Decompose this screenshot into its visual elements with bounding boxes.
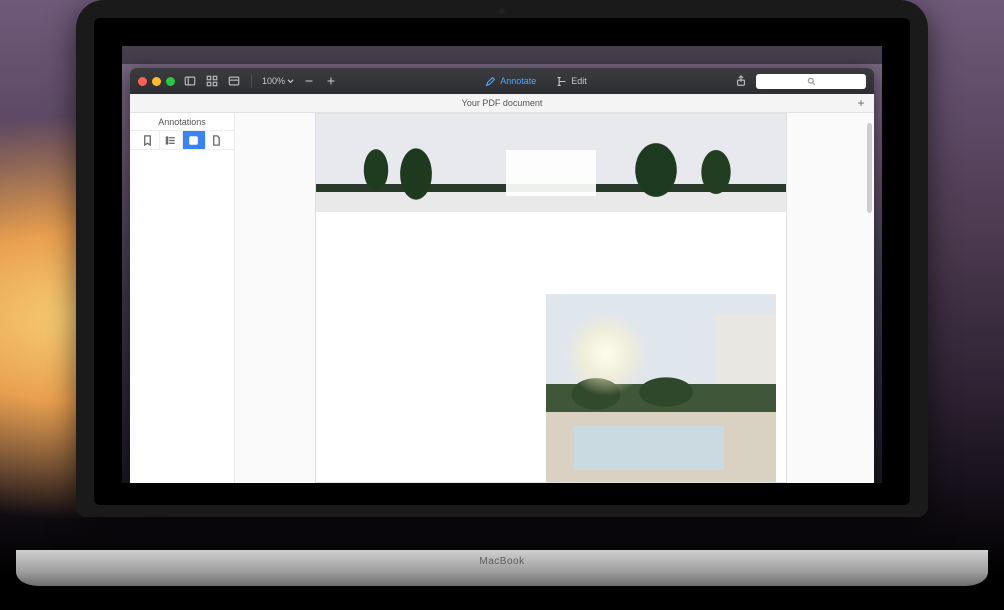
sidebar-tab-bookmarks[interactable] xyxy=(137,131,160,149)
zoom-out-button[interactable] xyxy=(302,74,316,88)
window-toolbar: 100% Annotate xyxy=(130,68,874,94)
vertical-scrollbar-thumb[interactable] xyxy=(867,123,872,213)
zoom-control[interactable]: 100% xyxy=(262,76,294,86)
view-layout-button[interactable] xyxy=(227,74,241,88)
sidebar-tab-annotations[interactable] xyxy=(183,131,206,149)
sidebar-tab-strip xyxy=(130,130,234,150)
document-tab-bar: Your PDF document + xyxy=(130,94,874,113)
mode-annotate-label: Annotate xyxy=(500,76,536,86)
window-close-button[interactable] xyxy=(138,77,147,86)
zoom-in-button[interactable] xyxy=(324,74,338,88)
window-minimize-button[interactable] xyxy=(152,77,161,86)
sidebar-tab-thumbnails[interactable] xyxy=(206,131,228,149)
search-field[interactable] xyxy=(756,74,866,89)
mode-edit-label: Edit xyxy=(571,76,587,86)
macbook-device-frame: 100% Annotate xyxy=(76,0,928,550)
sidebar-title: Annotations xyxy=(130,113,234,130)
list-icon xyxy=(165,135,176,146)
annotation-icon xyxy=(188,135,199,146)
window-fullscreen-button[interactable] xyxy=(166,77,175,86)
page-image-top xyxy=(316,114,786,212)
mode-edit-button[interactable]: Edit xyxy=(556,76,587,87)
sidebar-panel: Annotations xyxy=(130,113,235,483)
camera-dot xyxy=(499,8,505,14)
zoom-level-label: 100% xyxy=(262,76,285,86)
page-icon xyxy=(211,135,222,146)
window-traffic-lights xyxy=(138,77,175,86)
sidebar-toggle-button[interactable] xyxy=(183,74,197,88)
document-tab-title[interactable]: Your PDF document xyxy=(462,98,543,108)
pdf-page xyxy=(315,113,787,483)
add-tab-button[interactable]: + xyxy=(854,96,868,110)
mode-annotate-button[interactable]: Annotate xyxy=(485,76,536,87)
sidebar-tab-outline[interactable] xyxy=(160,131,183,149)
page-image-bottom xyxy=(546,294,776,482)
pdf-app-window: 100% Annotate xyxy=(130,68,874,483)
document-viewport[interactable] xyxy=(235,113,874,483)
search-icon xyxy=(807,77,816,86)
view-grid-button[interactable] xyxy=(205,74,219,88)
bookmark-icon xyxy=(142,135,153,146)
share-button[interactable] xyxy=(734,74,748,88)
